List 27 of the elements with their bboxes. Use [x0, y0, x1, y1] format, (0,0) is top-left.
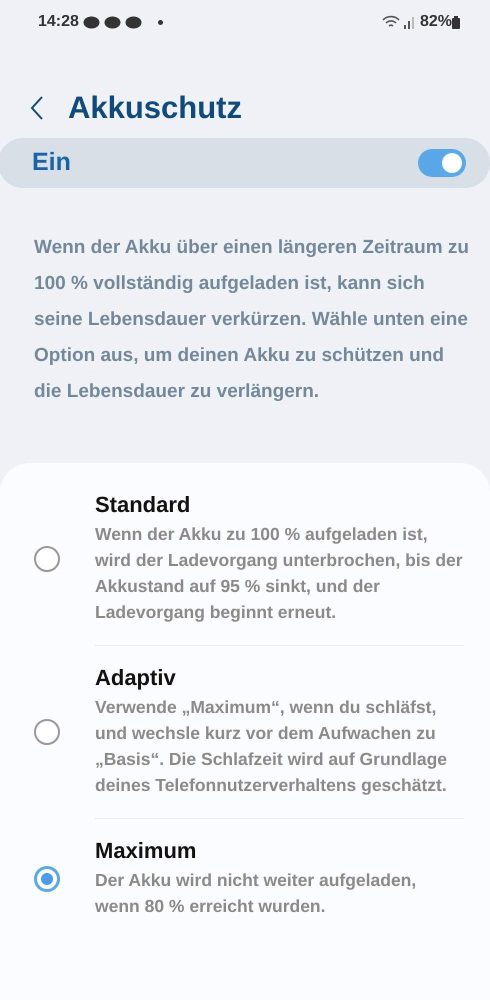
option-title: Standard: [95, 491, 192, 519]
option-row[interactable]: Adaptiv Verwende „Maximum“, wenn du schläfst, und wechsle kurz vor dem Aufwachen zu „Basis“. Die Schlafzeit wird auf Grundlage deines Telefonnutzerverhaltens geschätzt.: [0, 646, 490, 818]
switch-label: Ein: [32, 147, 71, 178]
option-title: Maximum: [95, 837, 198, 865]
toggle-switch[interactable]: [418, 149, 466, 177]
option-row[interactable]: Maximum Der Akku wird nicht weiter aufgeladen, wenn 80 % erreicht wurden.: [0, 819, 490, 939]
notification-icon: [124, 16, 142, 28]
battery-icon: [452, 16, 460, 28]
master-switch-bar[interactable]: Ein: [0, 138, 490, 188]
description-text: Wenn der Akku über einen längeren Zeitraum zu 100 % vollständig aufgeladen ist, kann sich seine Lebensdauer verkürzen. Wähle unten eine Option aus, um deinen Akku zu schützen und die Lebensdauer zu verlängern.: [34, 236, 470, 404]
option-description: Verwende „Maximum“, wenn du schläfst, und wechsle kurz vor dem Aufwachen zu „Basis“. Die Schlafzeit wird auf Grundlage deines Telefonnutzerverhaltens geschätzt.: [95, 696, 448, 797]
radio-button[interactable]: [34, 719, 60, 745]
back-icon[interactable]: [30, 95, 44, 121]
radio-button[interactable]: [34, 866, 60, 892]
option-row[interactable]: Standard Wenn der Akku zu 100 % aufgeladen ist, wird der Ladevorgang unterbrochen, bis der Akkustand auf 95 % sinkt, und der Ladevorgang beginnt erneut.: [0, 473, 490, 645]
dot-icon: [158, 20, 163, 24]
notification-icon: [82, 16, 100, 28]
battery-percent: 82%: [420, 12, 452, 32]
page-title: Akkuschutz: [68, 88, 242, 127]
option-description: Wenn der Akku zu 100 % aufgeladen ist, wird der Ladevorgang unterbrochen, bis der Akkustand auf 95 % sinkt, und der Ladevorgang beginnt erneut.: [95, 523, 464, 624]
radio-button[interactable]: [34, 546, 60, 572]
status-time: 14:28: [38, 12, 79, 32]
notification-icon: [104, 16, 121, 28]
option-description: Der Akku wird nicht weiter aufgeladen, wenn 80 % erreicht wurden.: [95, 869, 418, 918]
wifi-icon: [382, 15, 400, 29]
option-title: Adaptiv: [95, 664, 177, 692]
signal-icon: [404, 15, 416, 29]
